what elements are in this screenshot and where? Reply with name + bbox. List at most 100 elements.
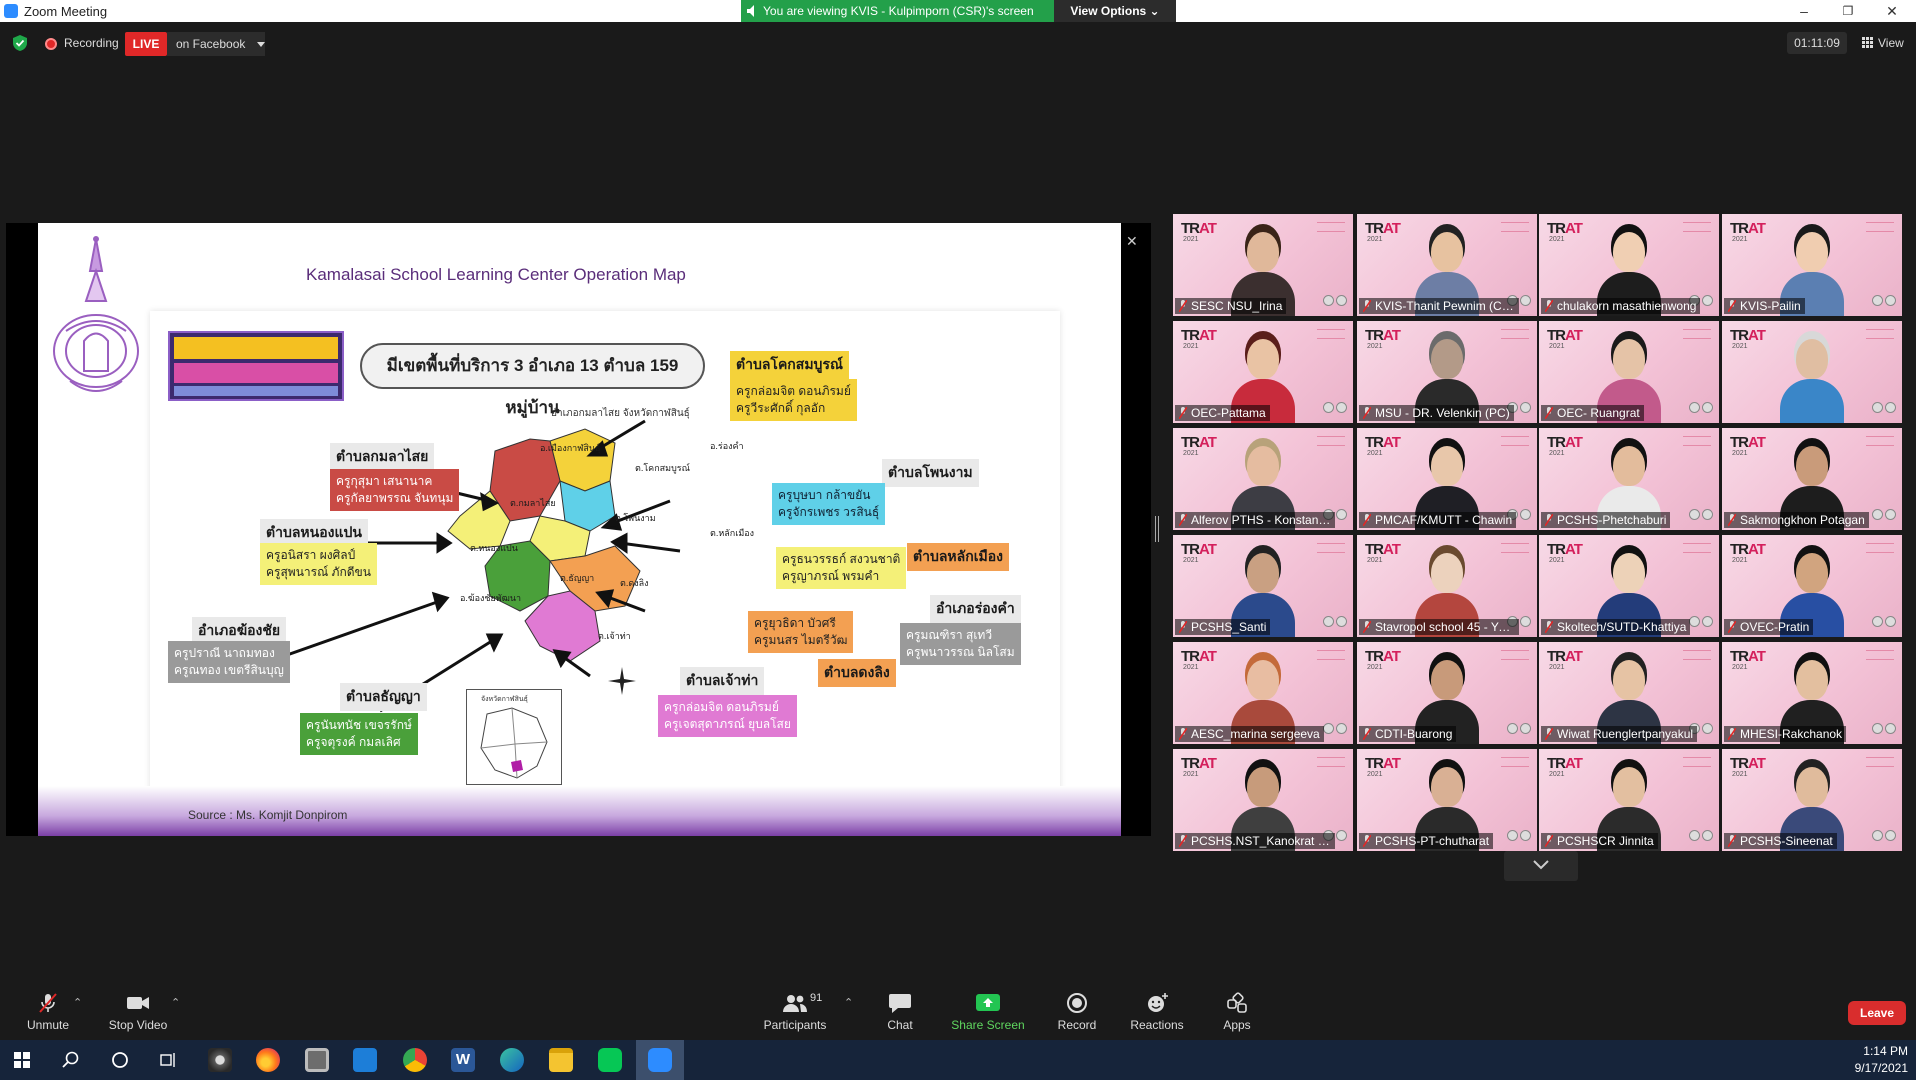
participant-tile[interactable]: TRAT 2021 MHESI-Rakchanok: [1722, 642, 1902, 744]
stop-video-button[interactable]: Stop Video: [90, 980, 186, 1040]
event-logo: TRAT: [1730, 755, 1766, 772]
event-logo: TRAT: [1365, 541, 1401, 558]
participant-tile[interactable]: TRAT 2021 Wiwat Ruenglertpanyakul: [1539, 642, 1719, 744]
event-year: 2021: [1732, 771, 1748, 778]
participant-tile[interactable]: TRAT 2021 Stavropol school 45 - Yulia: [1357, 535, 1537, 637]
participant-tile[interactable]: TRAT 2021 PCSHSCR Jinnita: [1539, 749, 1719, 851]
event-logo: TRAT: [1730, 220, 1766, 237]
participant-tile[interactable]: TRAT 2021 OEC-Pattama: [1173, 321, 1353, 423]
event-logo: TRAT: [1547, 648, 1583, 665]
word-taskbar-icon[interactable]: W: [451, 1048, 475, 1072]
participant-tile[interactable]: TRAT 2021 PCSHS-Phetchaburi: [1539, 428, 1719, 530]
chrome-canary-taskbar-icon[interactable]: [208, 1048, 232, 1072]
event-logo: TRAT: [1365, 327, 1401, 344]
participant-tile[interactable]: TRAT 2021 chulakorn masathienwong: [1539, 214, 1719, 316]
participant-tile[interactable]: TRAT 2021 OEC- Ruangrat: [1539, 321, 1719, 423]
participant-tile[interactable]: TRAT 2021 PCSHS-Sineenat: [1722, 749, 1902, 851]
cortana-icon[interactable]: [111, 1051, 129, 1069]
restore-button[interactable]: ❐: [1838, 2, 1858, 20]
leave-meeting-button[interactable]: Leave: [1848, 1001, 1906, 1025]
muted-mic-icon: [1363, 514, 1371, 526]
zoom-taskbar-icon[interactable]: [648, 1048, 672, 1072]
gallery-next-page-button[interactable]: [1504, 851, 1578, 881]
callout-names: ครูอนิสรา ผงศิลป์ ครูสุพนารณ์ ภักดีขน: [260, 543, 377, 585]
participant-tile[interactable]: TRAT 2021 AESC_marina sergeeva: [1173, 642, 1353, 744]
participant-tile[interactable]: TRAT 2021 MSU - DR. Velenkin (PC): [1357, 321, 1537, 423]
mail-taskbar-icon[interactable]: [353, 1048, 377, 1072]
audio-options-caret[interactable]: ⌃: [73, 996, 82, 1009]
participant-tile[interactable]: TRAT 2021 PCSHS-PT-chutharat: [1357, 749, 1537, 851]
chrome-taskbar-icon[interactable]: [403, 1048, 427, 1072]
participant-tile[interactable]: TRAT 2021 Skoltech/SUTD-Khattiya: [1539, 535, 1719, 637]
file-explorer-taskbar-icon[interactable]: [549, 1048, 573, 1072]
close-shared-view-icon[interactable]: ✕: [1126, 233, 1138, 250]
event-logo: TRAT: [1365, 755, 1401, 772]
event-corner-mark: [1317, 329, 1345, 339]
split-resize-handle[interactable]: [1155, 516, 1159, 542]
district-label: อ.ฆ้องชัยพัฒนา: [460, 593, 522, 603]
event-corner-mark: [1866, 329, 1894, 339]
presentation-slide: Kamalasai School Learning Center Operati…: [38, 223, 1121, 836]
muted-mic-icon: [1545, 300, 1553, 312]
event-logo: TRAT: [1730, 434, 1766, 451]
event-logo: TRAT: [1547, 220, 1583, 237]
participant-name: MHESI-Rakchanok: [1724, 726, 1847, 742]
recording-label[interactable]: Recording: [64, 36, 119, 50]
participants-button[interactable]: Participants: [747, 980, 843, 1040]
shared-screen[interactable]: Kamalasai School Learning Center Operati…: [6, 223, 1151, 836]
province-inset-map: จังหวัดกาฬสินธุ์: [466, 689, 562, 785]
event-corner-mark: [1501, 757, 1529, 767]
participant-tile[interactable]: TRAT2021 KVIS-Thanit Pewnim (Cohost): [1357, 214, 1537, 316]
participant-tile[interactable]: TRAT 2021 SESC NSU_Irina: [1173, 214, 1353, 316]
search-icon[interactable]: [62, 1051, 80, 1069]
unmute-button[interactable]: Unmute: [0, 980, 96, 1040]
participant-name: PCSHS.NST_Kanokrat Si...: [1175, 833, 1335, 849]
participant-gallery: TRAT 2021 SESC NSU_Irina TRAT 2021 KVIS-Thani…: [1172, 214, 1904, 851]
participant-tile[interactable]: TRAT 2021 OVEC-Pratin: [1722, 535, 1902, 637]
task-view-icon[interactable]: [159, 1051, 177, 1069]
security-shield-icon[interactable]: [12, 35, 28, 51]
video-options-caret[interactable]: ⌃: [171, 996, 180, 1009]
live-on-facebook-button[interactable]: on Facebook: [167, 32, 265, 56]
apps-button[interactable]: Apps: [1189, 980, 1285, 1040]
edge-taskbar-icon[interactable]: [500, 1048, 524, 1072]
muted-mic-icon: [1728, 514, 1736, 526]
zoom-app-icon: [4, 4, 18, 18]
tile-status-badges: [1870, 721, 1896, 739]
tile-status-badges: [1321, 293, 1347, 311]
event-corner-mark: [1866, 543, 1894, 553]
callout-title: ตำบลโคกสมบูรณ์: [730, 351, 849, 379]
participant-tile[interactable]: TRAT 2021 PCSHS.NST_Kanokrat Si...: [1173, 749, 1353, 851]
event-year: 2021: [1367, 450, 1383, 457]
view-layout-button[interactable]: View: [1862, 32, 1904, 54]
participant-name: KVIS-Thanit Pewnim (Cohost): [1359, 298, 1519, 314]
participant-tile[interactable]: TRAT 2021: [1722, 321, 1902, 423]
event-year: 2021: [1732, 343, 1748, 350]
firefox-taskbar-icon[interactable]: [256, 1048, 280, 1072]
minimize-button[interactable]: –: [1794, 2, 1814, 20]
view-options-button[interactable]: View Options ⌄: [1054, 0, 1176, 22]
muted-mic-icon: [1728, 835, 1736, 847]
tile-status-badges: [1870, 614, 1896, 632]
chat-button[interactable]: Chat: [852, 980, 948, 1040]
smiley-plus-icon: [1148, 993, 1168, 1012]
event-corner-mark: [1317, 543, 1345, 553]
system-clock[interactable]: 1:14 PM 9/17/2021: [1855, 1043, 1908, 1077]
participant-tile[interactable]: TRAT 2021 KVIS-Pailin: [1722, 214, 1902, 316]
speaker-icon: [747, 5, 754, 17]
participant-tile[interactable]: TRAT 2021 PMCAF/KMUTT - Chawin: [1357, 428, 1537, 530]
district-label: ต.กมลาไสย: [510, 498, 556, 508]
participant-tile[interactable]: TRAT 2021 Sakmongkhon Potagan: [1722, 428, 1902, 530]
participant-tile[interactable]: TRAT 2021 CDTI-Buarong: [1357, 642, 1537, 744]
windows-start-icon[interactable]: [14, 1052, 30, 1068]
participant-tile[interactable]: TRAT2021 Alferov PTHS - Konstantin St...: [1173, 428, 1353, 530]
participants-icon: [783, 995, 807, 1012]
close-window-button[interactable]: ✕: [1882, 2, 1902, 20]
event-year: 2021: [1732, 664, 1748, 671]
callout-names: ครูกุสุมา เสนานาค ครูกัลยาพรรณ จันทนุม: [330, 469, 460, 511]
participant-tile[interactable]: TRAT 2021 PCSHS_Santi: [1173, 535, 1353, 637]
store-taskbar-icon[interactable]: [305, 1048, 329, 1072]
share-screen-button[interactable]: Share Screen: [940, 980, 1036, 1040]
event-year: 2021: [1732, 557, 1748, 564]
line-taskbar-icon[interactable]: [598, 1048, 622, 1072]
